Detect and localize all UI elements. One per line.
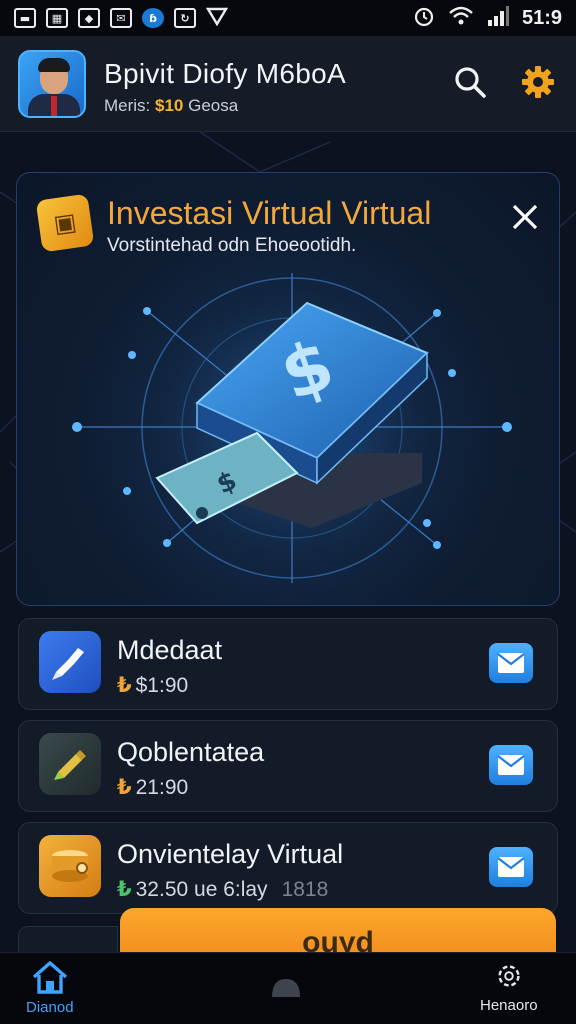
app-subtitle: Meris: $10 Geosa (104, 96, 238, 116)
alarm-icon (412, 5, 436, 32)
item-amount: ₺ 21:90 (117, 775, 188, 800)
envelope-icon (497, 653, 525, 673)
nav-center[interactable] (268, 975, 304, 1001)
bottom-navigation: Dianod Henaoro (0, 952, 576, 1024)
envelope-icon (497, 755, 525, 775)
coin-icon: ₺ (117, 878, 132, 901)
coin-icon: ₺ (117, 674, 132, 697)
subtitle-suffix: Geosa (183, 96, 239, 115)
rocket-icon (39, 631, 101, 693)
gear-icon (498, 965, 520, 987)
item-name: Qoblentatea (117, 737, 265, 767)
signal-icon (486, 5, 510, 32)
item-amount: ₺ $1:90 (117, 673, 188, 698)
envelope-icon (497, 857, 525, 877)
item-amount: ₺ 32.50 ue 6:lay 1818 (117, 877, 328, 902)
app-header: Bpivit Diofy M6boA Meris: $10 Geosa (0, 36, 576, 132)
dollar-wallet-icon: $ $ (72, 273, 512, 583)
list-item[interactable]: Qoblentatea ₺ 21:90 (18, 720, 558, 812)
wifi-icon (448, 5, 474, 32)
item-amount-value: 21:90 (135, 776, 189, 799)
hero-title: Investasi Virtual Virtual (107, 195, 432, 231)
nav-settings[interactable]: Henaoro (480, 959, 538, 1014)
nav-settings-label: Henaoro (480, 997, 538, 1014)
nav-home-label: Dianod (26, 999, 74, 1016)
search-button[interactable] (448, 60, 492, 104)
notification-dot-icon: ɓ (142, 8, 164, 28)
clock-time: 51:9 (521, 6, 562, 29)
message-button[interactable] (489, 643, 533, 683)
item-name: Mdedaat (117, 635, 223, 665)
item-faded-suffix: 1818 (281, 878, 329, 901)
mail-icon: ✉ (110, 8, 132, 28)
pencil-icon (39, 733, 101, 795)
gear-icon (522, 66, 554, 98)
item-name: Onvientelay Virtual (117, 839, 344, 869)
cube-icon: ▣ (35, 193, 95, 253)
list-item[interactable]: Onvientelay Virtual ₺ 32.50 ue 6:lay 1818 (18, 822, 558, 914)
sync-icon: ↻ (174, 8, 196, 28)
hero-card[interactable]: ▣ Investasi Virtual Virtual Vorstintehad… (16, 172, 560, 606)
home-icon (32, 960, 67, 994)
hero-subtitle: Vorstintehad odn Ehoeootidh. (107, 235, 357, 256)
coin-stack-icon (39, 835, 101, 897)
alert-icon: ◆ (78, 8, 100, 28)
app-title: Bpivit Diofy M6boA (104, 58, 346, 89)
message-button[interactable] (489, 745, 533, 785)
message-button[interactable] (489, 847, 533, 887)
item-amount-value: $1:90 (135, 674, 189, 697)
nav-home[interactable]: Dianod (26, 959, 74, 1016)
calendar-icon: ▦ (46, 8, 68, 28)
settings-button[interactable] (516, 60, 560, 104)
close-button[interactable] (505, 197, 545, 237)
avatar[interactable] (18, 50, 86, 118)
subtitle-prefix: Meris: (104, 96, 155, 115)
list-item[interactable]: Mdedaat ₺ $1:90 (18, 618, 558, 710)
status-bar: ▬ ▦ ◆ ✉ ɓ ↻ 51:9 (0, 0, 576, 36)
item-amount-value: 32.50 ue 6:lay (135, 878, 268, 901)
coin-icon: ₺ (117, 776, 132, 799)
balance-value: $10 (155, 96, 184, 115)
location-icon (205, 6, 229, 31)
close-icon (512, 204, 538, 230)
search-icon (455, 67, 486, 98)
image-icon: ▬ (14, 8, 36, 28)
pill-icon (272, 979, 300, 997)
